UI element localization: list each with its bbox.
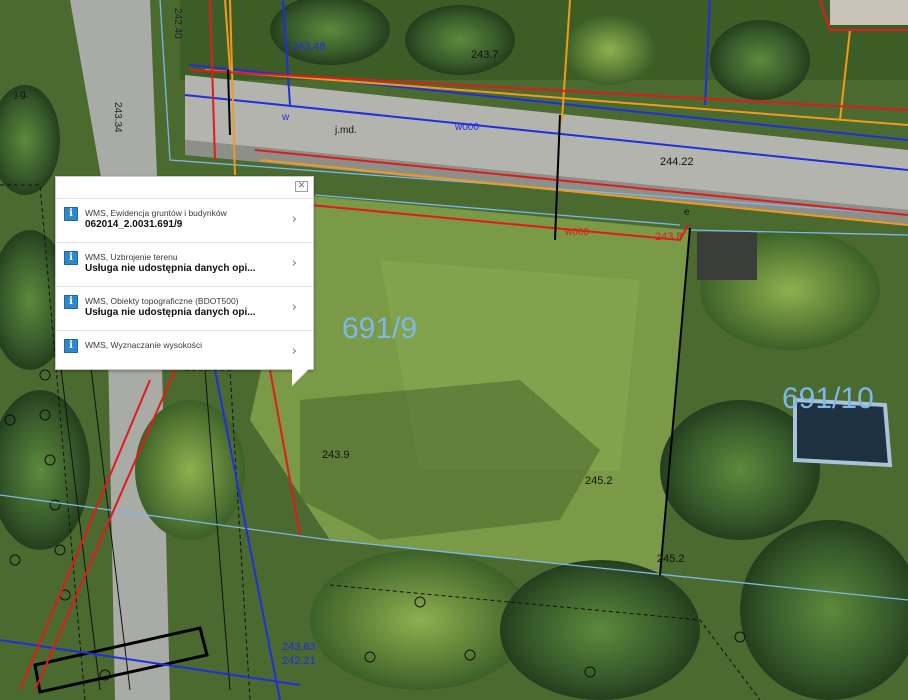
popup-pointer — [292, 367, 311, 386]
close-icon[interactable]: ✕ — [295, 181, 308, 192]
popup-item-value: Usługa nie udostępnia danych opi... — [85, 307, 256, 318]
chevron-right-icon: › — [291, 256, 297, 271]
info-icon: i — [64, 207, 78, 221]
popup-item-bdot500[interactable]: i WMS, Obiekty topograficzne (BDOT500) U… — [56, 286, 313, 330]
elevation-label: 243.7 — [471, 49, 499, 61]
popup-item-title: WMS, Ewidencja gruntów i budynków — [85, 208, 227, 218]
info-icon: i — [64, 295, 78, 309]
popup-item-title: WMS, Obiekty topograficzne (BDOT500) — [85, 296, 239, 306]
elevation-label: 245.2 — [585, 475, 613, 487]
line-code-label: e — [684, 207, 690, 218]
elevation-label: 243.48 — [292, 41, 326, 53]
line-code-label: w000 — [564, 227, 589, 238]
building-roof — [830, 0, 908, 25]
chevron-right-icon: › — [291, 300, 297, 315]
elevation-label: 244.22 — [660, 156, 694, 168]
chevron-right-icon: › — [291, 344, 297, 359]
feature-info-popup: ✕ i WMS, Ewidencja gruntów i budynków 06… — [55, 176, 314, 370]
elevation-label: 245.2 — [657, 553, 685, 565]
popup-item-wysokosci[interactable]: i WMS, Wyznaczanie wysokości › — [56, 330, 313, 374]
parcel-label: 691/10 — [782, 382, 874, 415]
info-icon: i — [64, 339, 78, 353]
elevation-label: 243.9 — [322, 449, 350, 461]
info-icon: i — [64, 251, 78, 265]
popup-item-ewidencja[interactable]: i WMS, Ewidencja gruntów i budynków 0620… — [56, 198, 313, 242]
elevation-label: 243.83 — [282, 641, 316, 653]
elevation-label: 242.40 — [172, 8, 183, 39]
popup-item-value: 062014_2.0031.691/9 — [85, 219, 183, 230]
shed — [697, 232, 757, 280]
popup-item-uzbrojenie[interactable]: i WMS, Uzbrojenie terenu Usługa nie udos… — [56, 242, 313, 286]
land-use-label: j.g. — [14, 89, 28, 100]
elevation-label: 243.8 — [655, 231, 683, 243]
elevation-label: 243.34 — [112, 102, 123, 133]
popup-header: ✕ — [56, 177, 313, 198]
popup-item-title: WMS, Uzbrojenie terenu — [85, 252, 178, 262]
line-code-label: w — [281, 112, 290, 123]
land-use-label: j.md. — [334, 125, 357, 136]
line-code-label: w000 — [454, 122, 479, 133]
popup-item-title: WMS, Wyznaczanie wysokości — [85, 340, 203, 350]
parcel-label: 691/9 — [342, 312, 417, 345]
chevron-right-icon: › — [291, 212, 297, 227]
elevation-label: 242.21 — [282, 655, 316, 667]
popup-item-value: Usługa nie udostępnia danych opi... — [85, 263, 256, 274]
